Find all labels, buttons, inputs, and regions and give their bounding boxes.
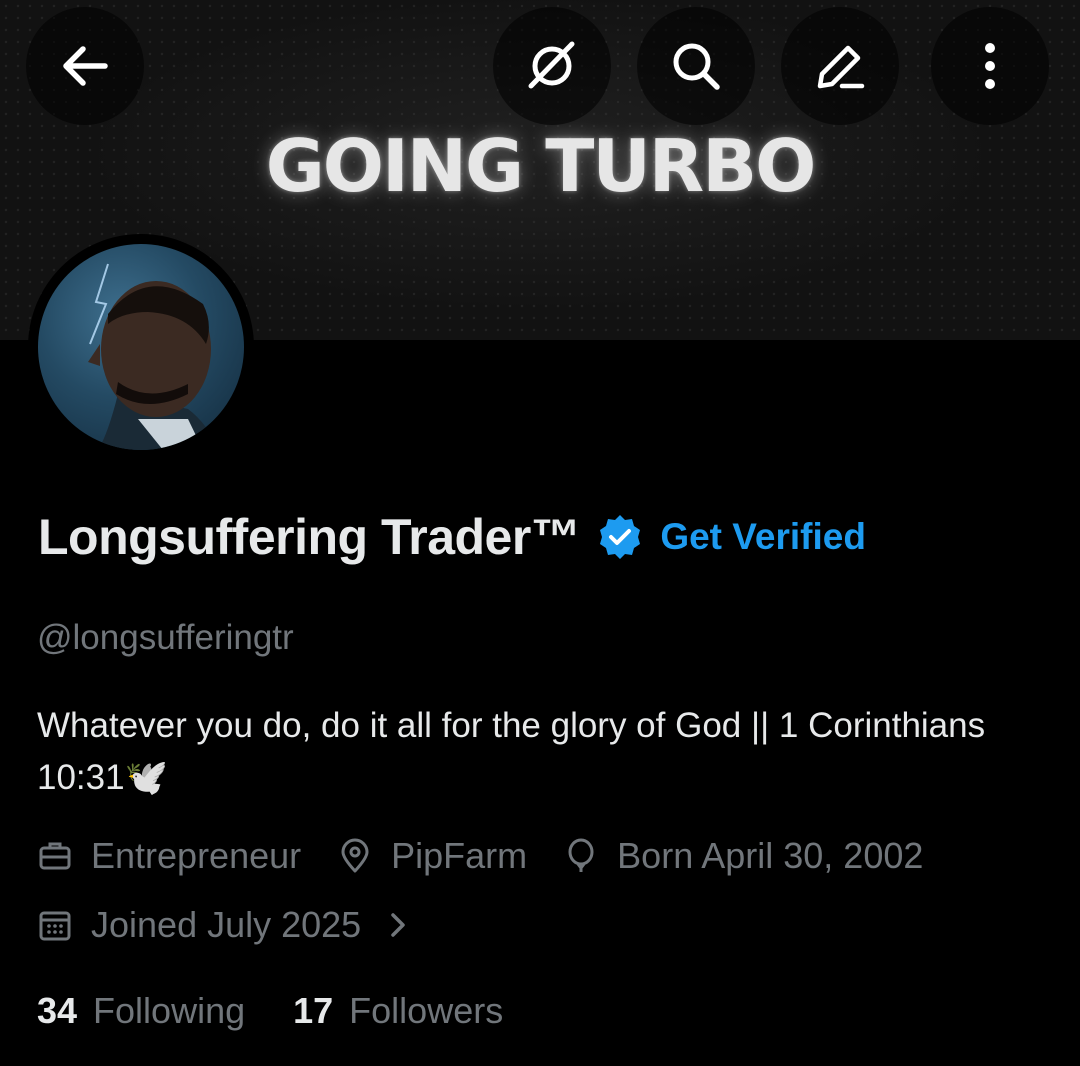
pencil-icon [817,45,865,89]
birthday-item: Born April 30, 2002 [563,835,923,877]
grok-icon [528,41,575,89]
calendar-icon [39,911,71,941]
profile-bio: Whatever you do, do it all for the glory… [37,706,986,797]
back-button[interactable] [26,7,144,125]
followers-count: 17 [293,990,334,1031]
banner-title: GOING TURBO [265,124,817,208]
avatar-portrait [88,263,218,450]
more-button[interactable] [931,7,1049,125]
search-button[interactable] [637,7,755,125]
edit-button[interactable] [781,7,899,125]
briefcase-icon [39,842,71,870]
avatar[interactable] [28,234,254,460]
following-count: 34 [37,990,78,1031]
following-label: Following [93,990,246,1031]
verified-badge-icon[interactable] [596,513,644,561]
chevron-right-icon[interactable] [383,910,413,940]
birthday-text: Born April 30, 2002 [617,835,924,876]
grok-button[interactable] [493,7,611,125]
display-name: Longsuffering Trader™ [38,509,581,565]
name-row: Longsuffering Trader™ Get Verified [38,508,866,566]
arrow-left-icon [63,46,108,86]
balloon-icon [568,838,594,872]
followers-label: Followers [349,990,504,1031]
location-pin-icon [341,838,369,873]
profession-item: Entrepreneur [37,835,301,877]
following-link[interactable]: 34 Following [37,990,245,1032]
get-verified-link[interactable]: Get Verified [660,516,866,558]
profile-meta-row: Entrepreneur PipFarm Born April 30, 2002 [37,835,959,877]
profession-text: Entrepreneur [91,835,302,876]
joined-item: Joined July 2025 [37,904,361,946]
location-text: PipFarm [391,835,528,876]
avatar-image [38,244,244,450]
joined-text: Joined July 2025 [91,904,362,945]
followers-link[interactable]: 17 Followers [293,990,503,1032]
follow-stats: 34 Following 17 Followers [37,990,551,1032]
more-vertical-icon [985,43,995,89]
username-handle: @longsufferingtr [37,618,294,657]
search-icon [673,43,720,90]
location-item: PipFarm [337,835,527,877]
joined-row[interactable]: Joined July 2025 [37,904,413,946]
